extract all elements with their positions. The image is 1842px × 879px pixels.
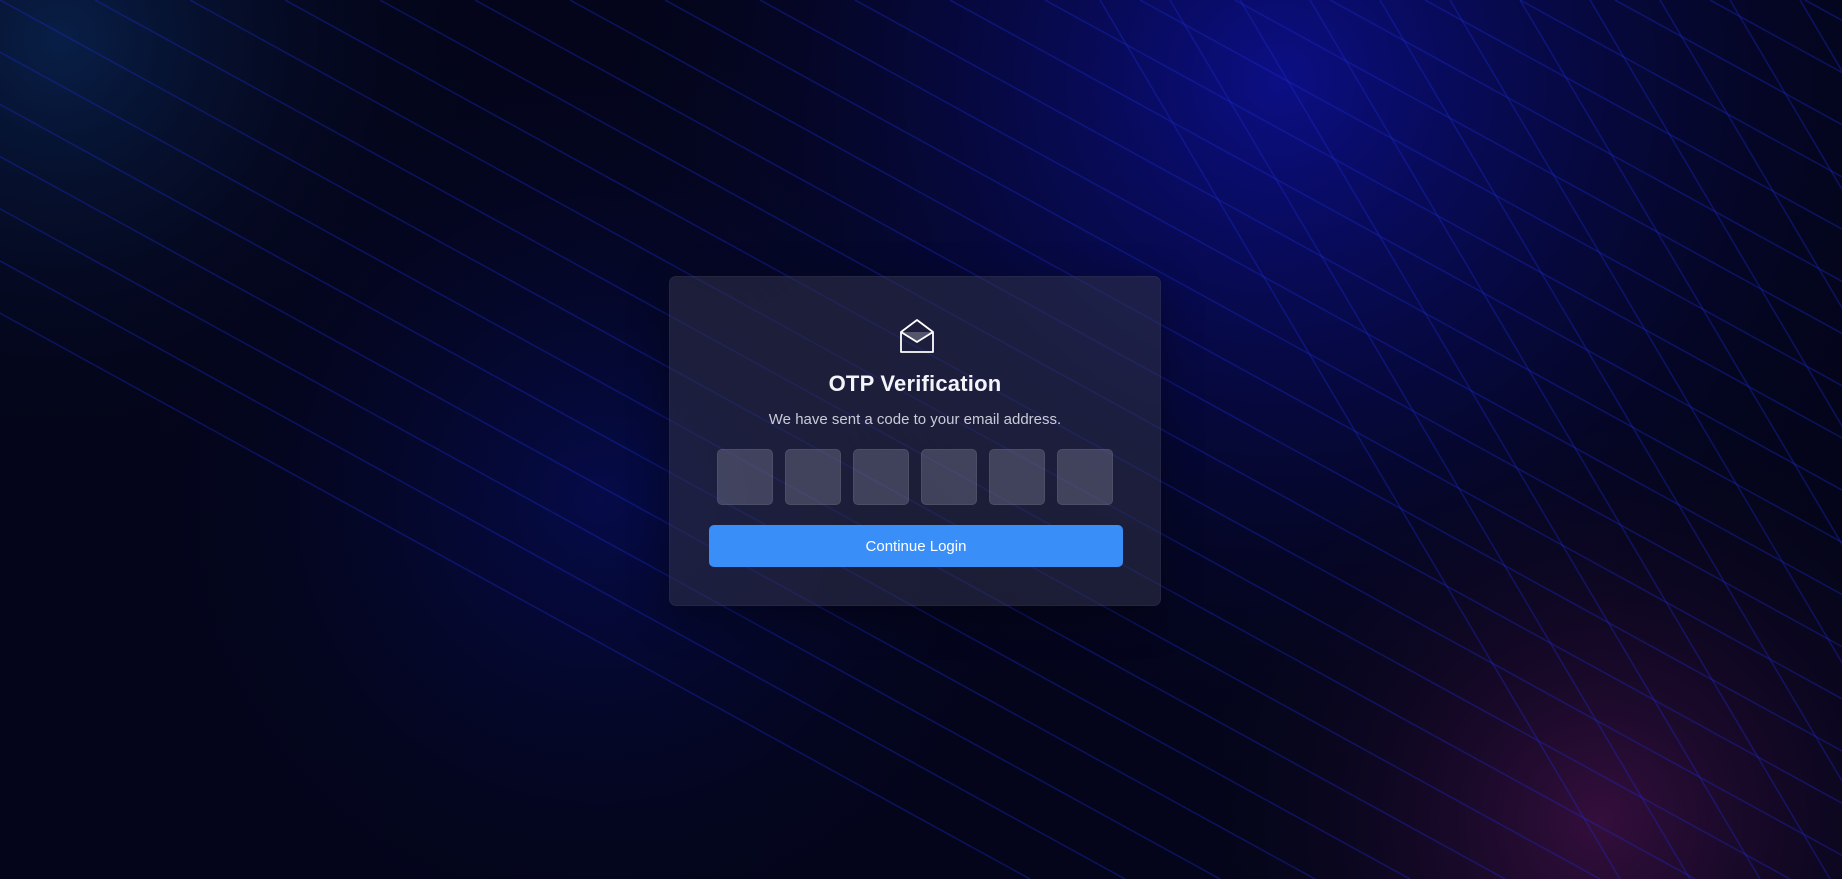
- otp-digit-3[interactable]: [853, 449, 909, 505]
- instruction-text: We have sent a code to your email addres…: [768, 411, 1062, 428]
- otp-digit-1[interactable]: [717, 449, 773, 505]
- otp-input-group: [717, 449, 1113, 505]
- mail-open-icon: [900, 319, 934, 353]
- page-title: OTP Verification: [828, 371, 1002, 396]
- otp-card: OTP Verification We have sent a code to …: [669, 276, 1161, 606]
- otp-digit-5[interactable]: [989, 449, 1045, 505]
- otp-digit-6[interactable]: [1057, 449, 1113, 505]
- otp-digit-4[interactable]: [921, 449, 977, 505]
- continue-login-button[interactable]: Continue Login: [709, 525, 1123, 567]
- otp-digit-2[interactable]: [785, 449, 841, 505]
